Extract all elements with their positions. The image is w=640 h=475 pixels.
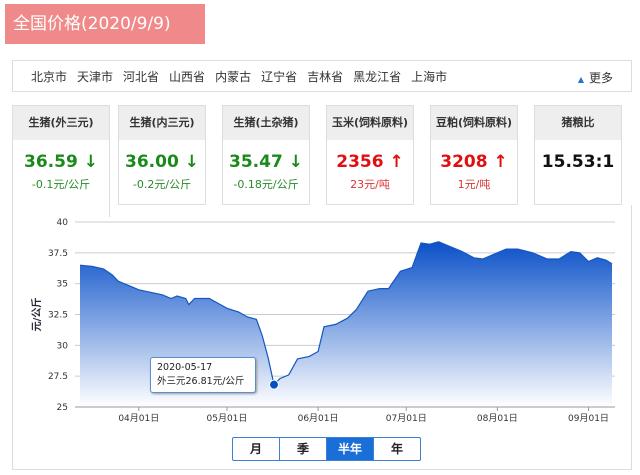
y-tick-label: 35 [57,280,68,290]
x-tick-label: 04月01日 [118,413,159,424]
y-tick-label: 40 [57,218,69,228]
tooltip-date: 2020-05-17 [157,362,213,373]
x-tick-label: 09月01日 [568,413,609,424]
y-tick-label: 30 [57,341,69,351]
range-month-button[interactable]: 月 [233,438,280,460]
x-tick-label: 05月01日 [207,413,248,424]
range-halfyear-button[interactable]: 半年 [327,438,374,460]
y-axis-label: 元/公斤 [30,298,43,332]
price-chart: 25 27.5 30 32.5 35 37.5 40 04月01日 05月01日 06月01日 07… [30,218,615,424]
y-tick-label: 25 [57,403,68,413]
range-quarter-button[interactable]: 季 [280,438,327,460]
y-tick-label: 27.5 [48,372,68,382]
x-tick-label: 06月01日 [298,413,339,424]
x-tick-label: 08月01日 [477,413,518,424]
y-tick-label: 37.5 [48,249,68,259]
x-tick-label: 07月01日 [386,413,427,424]
range-year-button[interactable]: 年 [374,438,420,460]
highlight-point[interactable] [268,379,279,390]
tooltip-value: 外三元26.81元/公斤 [157,376,245,387]
range-selector: 月 季 半年 年 [232,437,421,461]
y-tick-label: 32.5 [48,311,68,321]
chart-tooltip: 2020-05-17 外三元26.81元/公斤 [150,357,256,393]
